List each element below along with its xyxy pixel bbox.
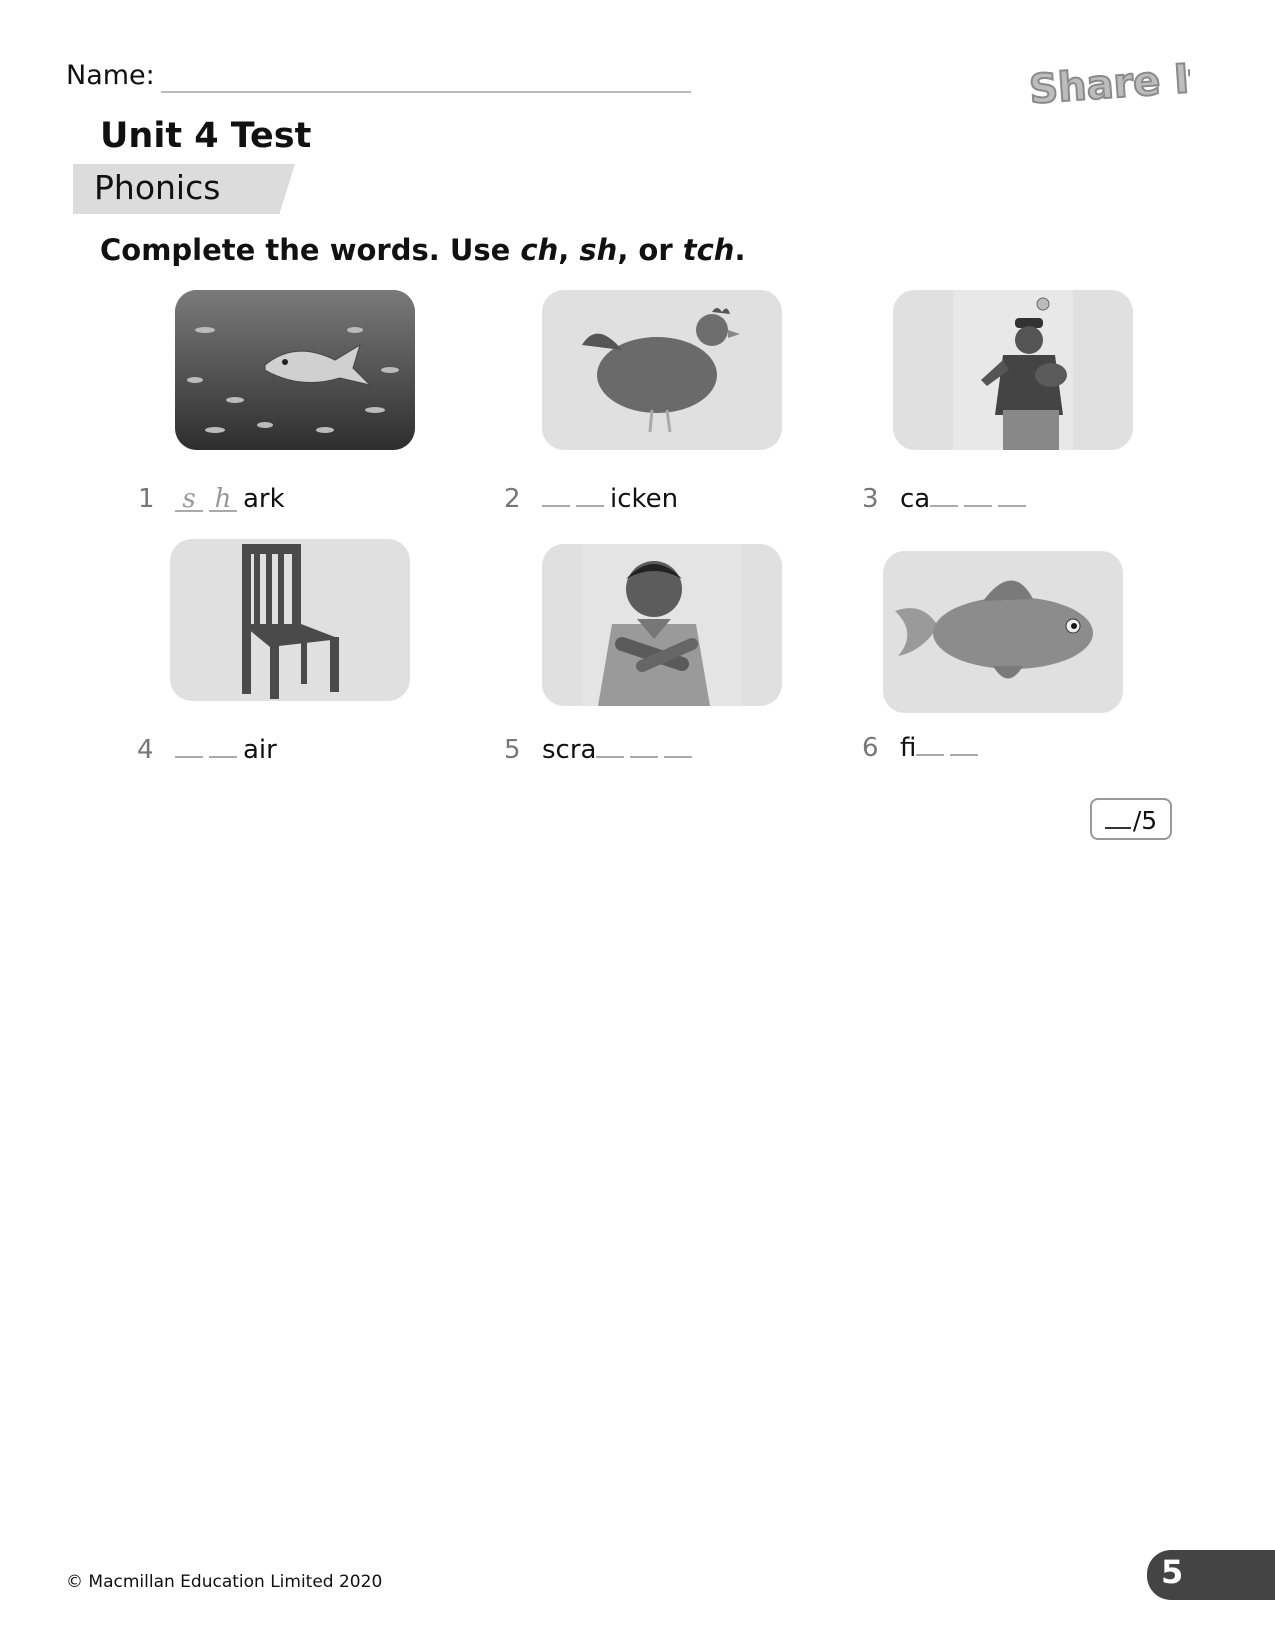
shark-picture (175, 290, 415, 450)
item-word: fi (900, 733, 984, 763)
item-number: 2 (504, 484, 521, 514)
answer-blank[interactable] (664, 736, 693, 758)
item-number: 4 (137, 735, 154, 765)
answer-blank[interactable] (175, 736, 203, 758)
score-total: /5 (1132, 806, 1158, 835)
item-number: 6 (862, 733, 879, 763)
item-number: 1 (138, 484, 155, 514)
catch-picture (893, 290, 1133, 450)
item-number: 3 (862, 484, 879, 514)
item-word: s h ark (175, 484, 285, 514)
section-label: Phonics (94, 168, 221, 207)
chair-picture (170, 539, 410, 701)
score-box[interactable]: /5 (1090, 798, 1172, 840)
score-blank[interactable] (1104, 807, 1131, 829)
item-word: air (175, 735, 277, 765)
answer-blank[interactable] (930, 485, 959, 507)
test-title: Unit 4 Test (100, 116, 312, 156)
goldfish-icon (895, 580, 1093, 679)
scratching-boy-icon (582, 544, 742, 706)
shark-icon (175, 290, 415, 450)
instruction: Complete the words. Use ch, sh, or tch. (100, 233, 746, 267)
answer-blank[interactable] (542, 485, 570, 507)
copyright: © Macmillan Education Limited 2020 (66, 1572, 383, 1592)
item-word: scra (542, 735, 698, 765)
answer-blank[interactable] (596, 736, 625, 758)
answer-blank[interactable] (964, 485, 993, 507)
name-input-line[interactable] (161, 91, 691, 93)
scratch-picture (542, 544, 782, 706)
chicken-picture (542, 290, 782, 450)
page-number: 5 (1161, 1553, 1184, 1591)
answer-blank[interactable] (576, 485, 604, 507)
chicken-icon (582, 308, 740, 433)
answer-blank[interactable] (916, 734, 945, 756)
answer-blank[interactable] (630, 736, 659, 758)
answer-blank[interactable]: h (209, 486, 237, 512)
fish-picture (883, 551, 1123, 713)
item-word: ca (900, 484, 1032, 514)
name-label: Name: (66, 60, 155, 91)
answer-blank[interactable] (998, 485, 1027, 507)
answer-blank[interactable] (209, 736, 237, 758)
baseball-boy-icon (953, 290, 1073, 450)
share-it-logo: Share It! (1027, 53, 1190, 112)
answer-blank[interactable]: s (175, 486, 203, 512)
answer-blank[interactable] (950, 734, 979, 756)
item-word: icken (542, 484, 678, 514)
chair-icon (242, 544, 340, 699)
item-number: 5 (504, 735, 521, 765)
svg-text:Share It!: Share It! (1028, 54, 1190, 112)
